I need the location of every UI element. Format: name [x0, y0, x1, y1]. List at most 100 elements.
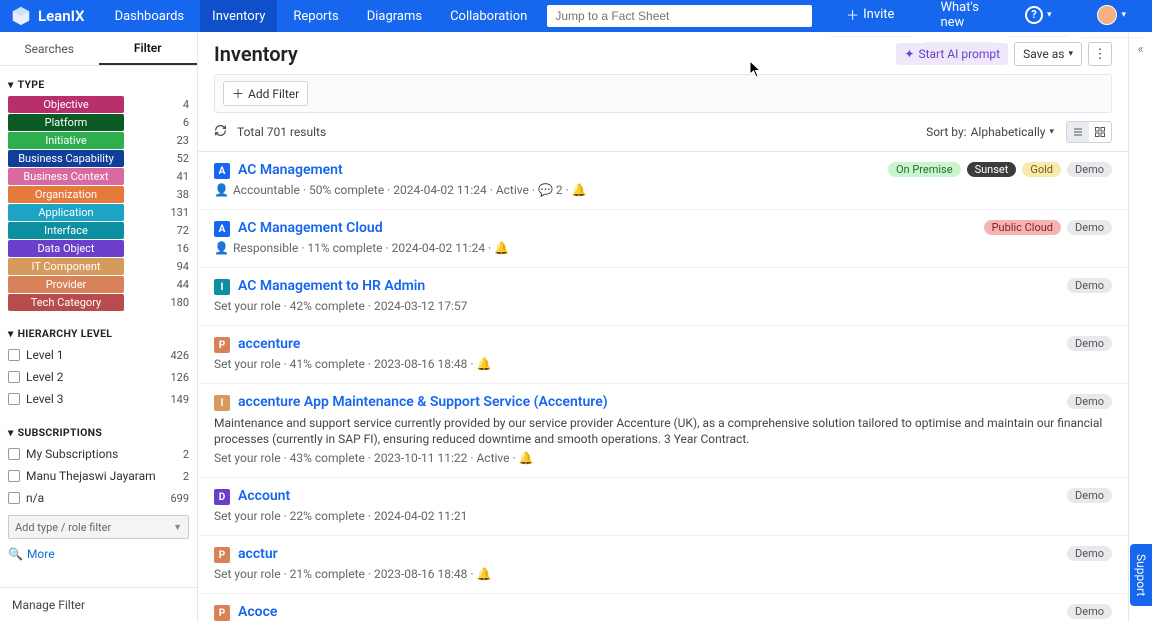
tab-searches[interactable]: Searches — [0, 32, 99, 65]
help-menu[interactable]: ?▾ — [1009, 0, 1068, 37]
view-toggle — [1066, 121, 1112, 143]
whats-new-link[interactable]: What's new2 — [924, 0, 995, 43]
type-count: 23 — [177, 134, 189, 147]
factsheet-link[interactable]: Account — [238, 488, 290, 504]
checkbox-icon — [8, 448, 20, 460]
tab-filter[interactable]: Filter — [99, 32, 198, 65]
invite-button[interactable]: ＋Invite — [830, 0, 910, 37]
chevron-down-icon: ▾ — [8, 327, 14, 340]
list-item: D Account Demo Set your role · 22% compl… — [198, 478, 1128, 536]
checkbox-icon — [8, 470, 20, 482]
type-chip: Provider — [8, 276, 124, 293]
global-search[interactable] — [547, 5, 812, 27]
checkbox-row[interactable]: Level 1426 — [8, 344, 189, 366]
type-chip: IT Component — [8, 258, 124, 275]
factsheet-type-badge: A — [214, 163, 230, 179]
factsheet-link[interactable]: accenture — [238, 336, 300, 352]
nav-collaboration[interactable]: Collaboration — [438, 0, 539, 32]
type-filter-row[interactable]: Initiative 23 — [8, 131, 189, 149]
checkbox-row[interactable]: Manu Thejaswi Jayaram2 — [8, 465, 189, 487]
tag-list: Demo — [1067, 394, 1112, 409]
type-chip: Business Capability — [8, 150, 124, 167]
nav-diagrams[interactable]: Diagrams — [355, 0, 434, 32]
chevron-down-icon: ▾ — [1068, 49, 1073, 59]
factsheet-list[interactable]: A AC Management On PremiseSunsetGoldDemo… — [198, 152, 1128, 622]
sort-dropdown[interactable]: Sort by: Alphabetically ▾ — [926, 125, 1054, 139]
factsheet-type-badge: I — [214, 279, 230, 295]
refresh-button[interactable] — [214, 124, 227, 140]
start-ai-prompt-button[interactable]: ✦Start AI prompt — [896, 43, 1008, 65]
nav-reports[interactable]: Reports — [281, 0, 350, 32]
save-as-button[interactable]: Save as▾ — [1014, 42, 1082, 66]
type-filter-row[interactable]: Platform6 — [8, 113, 189, 131]
collapse-right-panel[interactable]: « — [1128, 32, 1152, 622]
checkbox-label: Manu Thejaswi Jayaram — [26, 469, 156, 483]
nav-dashboards[interactable]: Dashboards — [103, 0, 197, 32]
factsheet-link[interactable]: acctur — [238, 546, 278, 562]
type-filter-row[interactable]: Objective4 — [8, 95, 189, 113]
factsheet-link[interactable]: accenture App Maintenance & Support Serv… — [238, 394, 608, 410]
list-icon — [1072, 126, 1084, 138]
chevron-left-icon: « — [1137, 42, 1143, 622]
search-input[interactable] — [547, 9, 812, 23]
factsheet-link[interactable]: Acoce — [238, 604, 277, 620]
checkbox-row[interactable]: My Subscriptions2 — [8, 443, 189, 465]
type-filter-row[interactable]: Interface72 — [8, 221, 189, 239]
checkbox-icon — [8, 492, 20, 504]
tag-list: Public CloudDemo — [984, 220, 1112, 235]
list-item: A AC Management On PremiseSunsetGoldDemo… — [198, 152, 1128, 210]
result-count: Total 701 results — [237, 125, 326, 139]
manage-filter-button[interactable]: Manage Filter — [0, 587, 197, 622]
user-icon: 👤 — [214, 183, 229, 197]
type-count: 94 — [177, 260, 189, 273]
view-grid-button[interactable] — [1089, 122, 1111, 142]
checkbox-row[interactable]: Level 2126 — [8, 366, 189, 388]
checkbox-label: Level 2 — [26, 370, 64, 384]
chevron-down-icon: ▾ — [1049, 127, 1054, 137]
factsheet-link[interactable]: AC Management to HR Admin — [238, 278, 425, 294]
add-filter-button[interactable]: ＋Add Filter — [223, 81, 308, 106]
type-chip: Organization — [8, 186, 124, 203]
type-filter-row[interactable]: Business Capability52 — [8, 149, 189, 167]
tag-list: On PremiseSunsetGoldDemo — [888, 162, 1112, 177]
item-meta: Set your role · 41% complete · 2023-08-1… — [214, 357, 1112, 371]
factsheet-link[interactable]: AC Management — [238, 162, 343, 178]
type-count: 131 — [170, 206, 189, 219]
type-filter-row[interactable]: Application131 — [8, 203, 189, 221]
role-filter-select[interactable]: Add type / role filter ▼ — [8, 515, 189, 539]
view-list-button[interactable] — [1067, 122, 1089, 142]
brand-logo[interactable]: LeanIX — [10, 5, 85, 27]
more-actions-button[interactable]: ⋮ — [1088, 42, 1112, 66]
checkbox-row[interactable]: Level 3149 — [8, 388, 189, 410]
type-filter-row[interactable]: Business Context41 — [8, 167, 189, 185]
support-button[interactable]: Support — [1130, 544, 1152, 606]
tag: Demo — [1067, 336, 1112, 351]
item-meta: Set your role · 22% complete · 2024-04-0… — [214, 509, 1112, 523]
chevron-down-icon: ▾ — [8, 78, 14, 91]
facet-hierarchy-toggle[interactable]: ▾HIERARCHY LEVEL — [8, 321, 189, 344]
user-menu[interactable]: ▾ — [1081, 0, 1142, 38]
type-chip: Objective — [8, 96, 124, 113]
type-filter-row[interactable]: Data Object16 — [8, 239, 189, 257]
type-chip: Tech Category — [8, 294, 124, 311]
factsheet-type-badge: D — [214, 489, 230, 505]
nav-inventory[interactable]: Inventory — [200, 0, 277, 32]
tag: Demo — [1067, 546, 1112, 561]
type-filter-row[interactable]: Tech Category 180 — [8, 293, 189, 311]
type-count: 180 — [170, 296, 189, 309]
checkbox-row[interactable]: n/a699 — [8, 487, 189, 509]
list-item: I AC Management to HR Admin Demo Set you… — [198, 268, 1128, 326]
type-filter-row[interactable]: Organization38 — [8, 185, 189, 203]
type-filter-row[interactable]: IT Component 94 — [8, 257, 189, 275]
factsheet-link[interactable]: AC Management Cloud — [238, 220, 383, 236]
factsheet-type-badge: P — [214, 337, 230, 353]
tag-list: Demo — [1067, 546, 1112, 561]
type-filter-row[interactable]: Provider44 — [8, 275, 189, 293]
checkbox-label: Level 1 — [26, 348, 64, 362]
facet-type-toggle[interactable]: ▾TYPE — [8, 72, 189, 95]
type-chip: Initiative — [8, 132, 124, 149]
facet-subscriptions-toggle[interactable]: ▾SUBSCRIPTIONS — [8, 420, 189, 443]
plus-icon: ＋ — [232, 85, 244, 102]
more-filters-link[interactable]: 🔍More — [8, 547, 189, 561]
main-content: Inventory ✦Start AI prompt Save as▾ ⋮ ＋A… — [198, 32, 1128, 622]
